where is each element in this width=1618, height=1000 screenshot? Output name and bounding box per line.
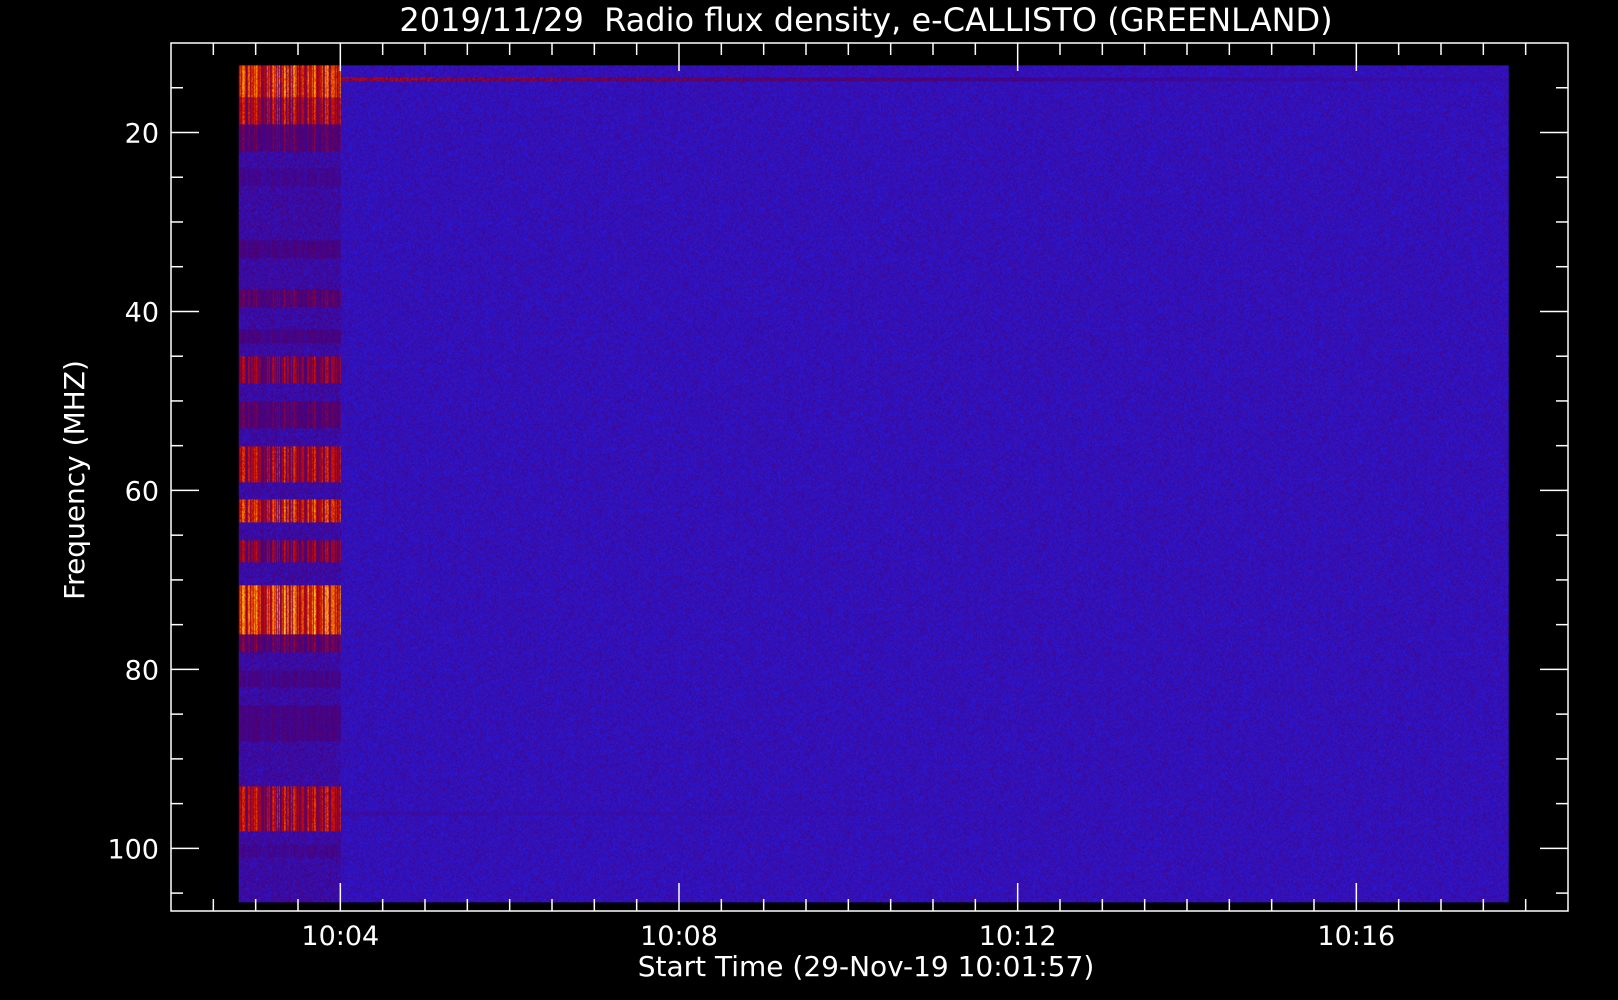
spectrogram-image [238,65,1509,903]
y-tick-label: 20 [125,118,159,149]
x-tick-label: 10:16 [1317,921,1395,952]
x-tick-label: 10:04 [301,921,379,952]
spectrogram-chart: 2019/11/29 Radio flux density, e-CALLIST… [0,0,1618,1000]
y-tick-label: 40 [125,297,159,328]
y-axis-label: Frequency (MHZ) [58,360,91,600]
y-tick-label: 100 [107,834,159,865]
x-tick-label: 10:12 [979,921,1057,952]
y-tick-label: 60 [125,476,159,507]
y-tick-label: 80 [125,655,159,686]
x-tick-label: 10:08 [640,921,718,952]
chart-title: 2019/11/29 Radio flux density, e-CALLIST… [399,1,1332,39]
heatmap-area [238,65,1509,903]
x-axis-label: Start Time (29-Nov-19 10:01:57) [638,950,1095,983]
